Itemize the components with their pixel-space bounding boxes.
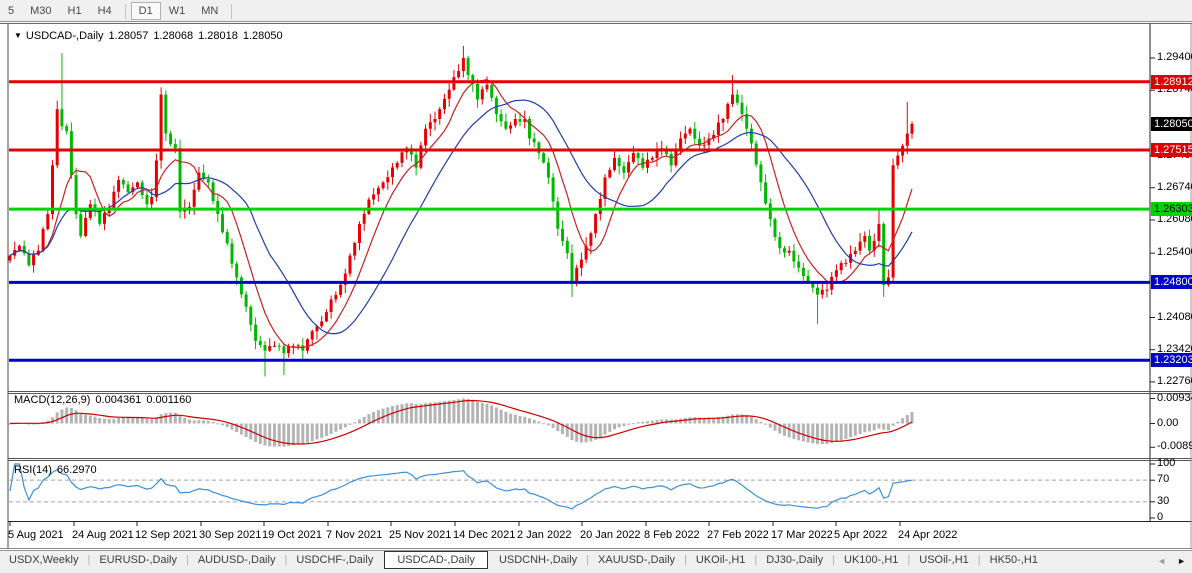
symbol-dropdown-icon[interactable]: ▼ [14,31,22,40]
date-axis-label: 7 Nov 2021 [326,529,382,541]
timeframe-button-W1[interactable]: W1 [161,2,194,20]
chart-low-value: 1.28018 [198,30,238,42]
macd-name: MACD(12,26,9) [14,394,90,406]
price-tag-1.24800: 1.24800 [1151,275,1192,289]
date-axis-label: 25 Nov 2021 [389,529,451,541]
tab-hk50h1[interactable]: HK50-,H1 [981,551,1047,568]
price-axis-tick: 1.25400 [1157,246,1192,258]
toolbar-separator [125,4,126,19]
date-axis-label: 19 Oct 2021 [262,529,322,541]
timeframe-button-H1[interactable]: H1 [60,2,90,20]
trading-platform-window: 5M30H1H4 D1W1MN ▼ USDCAD-,Daily 1.28057 1.28… [0,0,1192,573]
price-axis-tick: 1.24080 [1157,311,1192,323]
rsi-name: RSI(14) [14,464,52,476]
date-axis-label: 12 Sep 2021 [135,529,197,541]
date-axis-label: 30 Sep 2021 [199,529,261,541]
timeframe-button-D1[interactable]: D1 [131,2,161,20]
tab-usdchfdaily[interactable]: USDCHF-,Daily [287,551,382,568]
date-axis-label: 24 Aug 2021 [72,529,134,541]
tab-eurusddaily[interactable]: EURUSD-,Daily [90,551,186,568]
rsi-indicator-label: RSI(14) 66.2970 [14,464,102,476]
date-axis-label: 20 Jan 2022 [580,529,641,541]
tab-scroll-left-button[interactable]: ◄ [1157,556,1166,566]
date-axis-label: 8 Feb 2022 [644,529,700,541]
price-tag-1.28050: 1.28050 [1151,117,1192,131]
macd-indicator-label: MACD(12,26,9) 0.004361 0.001160 [14,394,196,406]
date-axis-label: 2 Jan 2022 [517,529,571,541]
timeframe-button-5[interactable]: 5 [0,2,22,20]
timeframe-button-H4[interactable]: H4 [90,2,120,20]
macd-signal-value: 0.001160 [146,394,191,406]
timeframe-toolbar: 5M30H1H4 D1W1MN [0,0,1192,22]
rsi-value: 66.2970 [57,464,97,476]
rsi-axis-tick: 70 [1157,473,1169,485]
date-axis-label: 24 Apr 2022 [898,529,957,541]
price-tag-1.23203: 1.23203 [1151,353,1192,367]
chart-title: ▼ USDCAD-,Daily 1.28057 1.28068 1.28018 1.280… [14,30,288,42]
price-tag-1.28912: 1.28912 [1151,75,1192,89]
macd-axis-tick: -0.008902 [1157,440,1192,452]
rsi-axis-tick: 0 [1157,511,1163,523]
symbol-tab-bar: USDX,Weekly|EURUSD-,Daily|AUDUSD-,Daily|… [0,550,1192,573]
chart-high-value: 1.28068 [153,30,193,42]
toolbar-separator [231,4,232,19]
tab-scroll-right-button[interactable]: ► [1177,556,1186,566]
price-chart-svg[interactable] [0,0,1192,573]
tab-usdcnhdaily[interactable]: USDCNH-,Daily [490,551,586,568]
tab-usdcaddaily[interactable]: USDCAD-,Daily [384,551,488,569]
chart-close-value: 1.28050 [243,30,283,42]
tab-ukoilh1[interactable]: UKOil-,H1 [687,551,755,568]
tab-dj30daily[interactable]: DJ30-,Daily [757,551,832,568]
price-tag-1.26303: 1.26303 [1151,202,1192,216]
chart-title-symbol: USDCAD-,Daily [26,30,104,42]
price-axis-tick: 1.22760 [1157,375,1192,387]
tab-usdxweekly[interactable]: USDX,Weekly [0,551,87,568]
chart-open-value: 1.28057 [109,30,149,42]
price-axis-tick: 1.26740 [1157,181,1192,193]
macd-value: 0.004361 [95,394,141,406]
rsi-axis-tick: 30 [1157,495,1169,507]
tab-uk100h1[interactable]: UK100-,H1 [835,551,907,568]
date-axis-label: 17 Mar 2022 [771,529,833,541]
date-axis-label: 27 Feb 2022 [707,529,769,541]
date-axis-label: 5 Aug 2021 [8,529,64,541]
macd-axis-tick: 0.009345 [1157,392,1192,404]
price-tag-1.27515: 1.27515 [1151,143,1192,157]
rsi-axis-tick: 100 [1157,457,1175,469]
date-axis-label: 5 Apr 2022 [834,529,887,541]
date-axis-label: 14 Dec 2021 [453,529,515,541]
timeframe-button-MN[interactable]: MN [193,2,226,20]
price-axis-tick: 1.29400 [1157,51,1192,63]
tab-audusddaily[interactable]: AUDUSD-,Daily [189,551,285,568]
tab-xauusddaily[interactable]: XAUUSD-,Daily [589,551,684,568]
tab-usoilh1[interactable]: USOil-,H1 [910,551,978,568]
candles [9,46,914,377]
timeframe-button-M30[interactable]: M30 [22,2,59,20]
macd-axis-tick: 0.00 [1157,417,1178,429]
